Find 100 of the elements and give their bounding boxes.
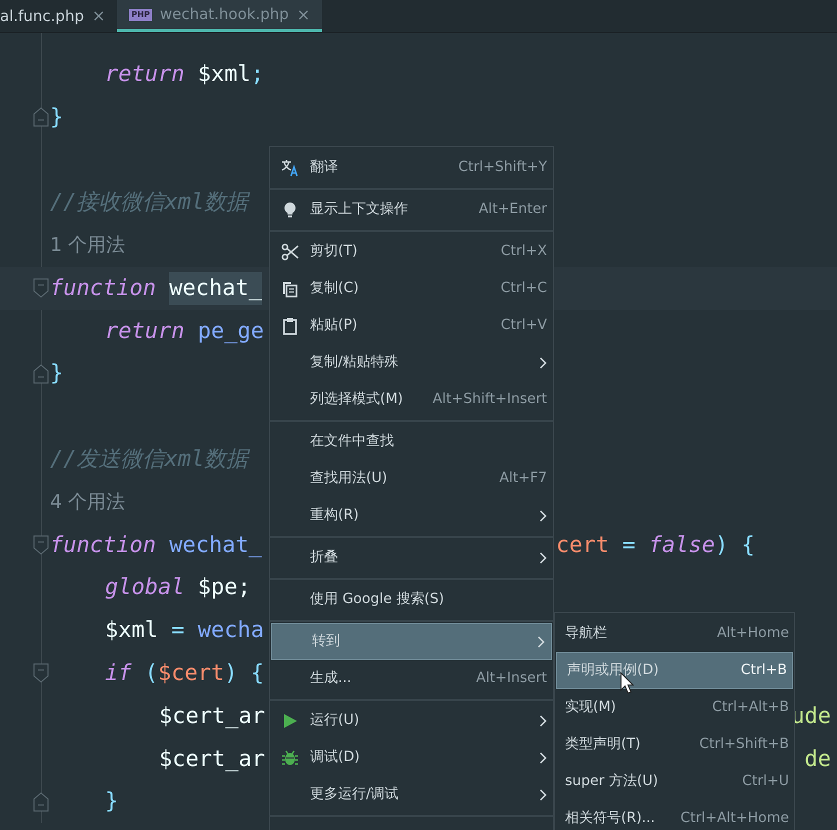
chevron-right-icon — [539, 788, 547, 800]
code-token: false — [648, 532, 715, 560]
code-token: } — [50, 360, 64, 388]
menu-item-label: super 方法(U) — [565, 772, 660, 791]
shortcut-label: Ctrl+Shift+Y — [458, 158, 547, 177]
code-token: ( — [144, 660, 158, 688]
code-token: ; — [250, 60, 264, 89]
chevron-right-icon — [539, 714, 547, 726]
menu-item[interactable]: 复制(C) Ctrl+C — [270, 270, 553, 307]
code-token: = — [170, 617, 186, 646]
close-icon[interactable]: × — [92, 4, 106, 28]
code-token: global — [105, 574, 184, 602]
code-token: return — [105, 318, 184, 346]
code-token: ) { — [224, 660, 264, 688]
shortcut-label: Ctrl+Alt+B — [712, 698, 789, 717]
menu-item[interactable]: 生成... Alt+Insert — [270, 660, 553, 697]
fold-icon[interactable] — [33, 278, 49, 298]
code-token: } — [105, 788, 118, 816]
chevron-right-icon — [539, 356, 547, 368]
shortcut-label: Ctrl+C — [500, 279, 547, 298]
menu-item[interactable]: 运行(U) — [270, 702, 553, 739]
menu-item[interactable]: 类型声明(T) Ctrl+Shift+B — [555, 726, 794, 763]
menu-item-label: 声明或用例(D) — [567, 661, 660, 680]
editor-tab[interactable]: al.func.php × — [0, 0, 118, 32]
code-token: $cert — [158, 660, 224, 688]
fold-icon[interactable] — [33, 792, 49, 812]
code-token: function — [50, 274, 157, 303]
menu-item[interactable]: 导航栏 Alt+Home — [555, 615, 794, 652]
menu-item[interactable]: 复制/粘贴特殊 — [270, 344, 553, 381]
menu-item-label: 导航栏 — [565, 624, 608, 643]
menu-item[interactable]: 列选择模式(M) Alt+Shift+Insert — [270, 381, 553, 418]
menu-item-label: 运行(U) — [310, 711, 360, 730]
shortcut-label: Ctrl+X — [500, 242, 547, 261]
menu-item-label: 在文件中查找 — [310, 432, 395, 451]
usage-hint: 1 个用法 — [50, 233, 126, 258]
tab-label: wechat.hook.php — [160, 4, 289, 26]
chevron-right-icon — [539, 752, 547, 764]
menu-item[interactable]: 重构(R) — [270, 497, 553, 534]
menu-item-label: 实现(M) — [565, 698, 618, 717]
shortcut-label: Alt+Home — [716, 624, 789, 643]
editor-tab[interactable]: PHP wechat.hook.php × — [117, 0, 322, 32]
fold-icon[interactable] — [33, 663, 49, 684]
menu-item-label: 剪切(T) — [310, 242, 358, 261]
code-comment: //发送微信xml数据 — [50, 446, 248, 474]
menu-item[interactable]: 更多运行/调试 — [270, 776, 553, 813]
menu-item[interactable]: 调试(D) — [270, 739, 553, 776]
shortcut-label: Ctrl+Shift+B — [699, 735, 789, 754]
code-token: return — [105, 60, 184, 89]
menu-item[interactable]: 相关符号(R)... Ctrl+Alt+Home — [555, 800, 794, 830]
code-token: function — [50, 532, 156, 560]
code-comment: //接收微信xml数据 — [50, 189, 248, 218]
fold-icon[interactable] — [33, 534, 49, 555]
php-file-icon: PHP — [129, 8, 152, 20]
code-token: pe_ge — [196, 318, 264, 346]
chevron-right-icon — [537, 636, 545, 648]
scissors-icon — [281, 242, 299, 260]
shortcut-label: Alt+F7 — [499, 469, 547, 488]
code-token: $cert_ar — [159, 702, 265, 731]
menu-item[interactable]: 剪切(T) Ctrl+X — [270, 233, 553, 270]
shortcut-label: Alt+Insert — [476, 669, 547, 688]
menu-item[interactable]: 查找用法(U) Alt+F7 — [270, 460, 553, 497]
menu-item-label: 粘贴(P) — [310, 316, 358, 335]
menu-item-label: 使用 Google 搜索(S) — [310, 590, 446, 609]
code-token: $xml — [196, 60, 251, 89]
menu-item-label: 生成... — [310, 669, 352, 688]
code-token: wechat_ — [168, 532, 262, 560]
code-token: ) { — [714, 532, 755, 560]
menu-item-label: 折叠 — [310, 548, 339, 567]
menu-item[interactable]: 在文件中查找 — [270, 423, 553, 460]
code-token: $pe; — [196, 574, 251, 602]
fold-icon[interactable] — [33, 364, 49, 384]
menu-item[interactable]: 声明或用例(D) Ctrl+B — [556, 652, 793, 689]
chevron-right-icon — [539, 552, 547, 564]
shortcut-label: Ctrl+U — [742, 772, 789, 791]
menu-item[interactable]: super 方法(U) Ctrl+U — [555, 763, 794, 800]
menu-item[interactable]: 粘贴(P) Ctrl+V — [270, 307, 553, 344]
menu-item[interactable]: 翻译 Ctrl+Shift+Y — [270, 149, 553, 186]
menu-item-label: 列选择模式(M) — [310, 390, 404, 409]
code-token: } — [50, 104, 64, 132]
code-token: if — [105, 660, 132, 688]
code-token: wechat_ — [169, 272, 262, 305]
menu-item[interactable]: 使用 Google 搜索(S) — [270, 581, 553, 618]
menu-item-label: 相关符号(R)... — [565, 809, 656, 828]
fold-icon[interactable] — [33, 106, 49, 127]
menu-item[interactable]: 实现(M) Ctrl+Alt+B — [555, 689, 794, 726]
menu-item[interactable]: 折叠 — [270, 539, 553, 576]
menu-item-label: 显示上下文操作 — [310, 200, 409, 219]
code-token: = — [621, 532, 636, 560]
code-token: $xml — [105, 617, 158, 646]
menu-item[interactable]: 转到 — [271, 623, 552, 660]
menu-item[interactable]: 显示上下文操作 Alt+Enter — [270, 191, 553, 228]
shortcut-label: Ctrl+Alt+Home — [680, 809, 789, 828]
tab-label: al.func.php — [0, 6, 84, 27]
menu-item-label: 转到 — [312, 632, 341, 651]
code-token: wecha — [198, 617, 264, 646]
menu-item-label: 查找用法(U) — [310, 469, 388, 488]
chevron-right-icon — [539, 510, 547, 522]
shortcut-label: Ctrl+V — [500, 316, 547, 335]
menu-item-label: 复制/粘贴特殊 — [310, 353, 400, 372]
menu-item-label: 重构(R) — [310, 506, 360, 525]
